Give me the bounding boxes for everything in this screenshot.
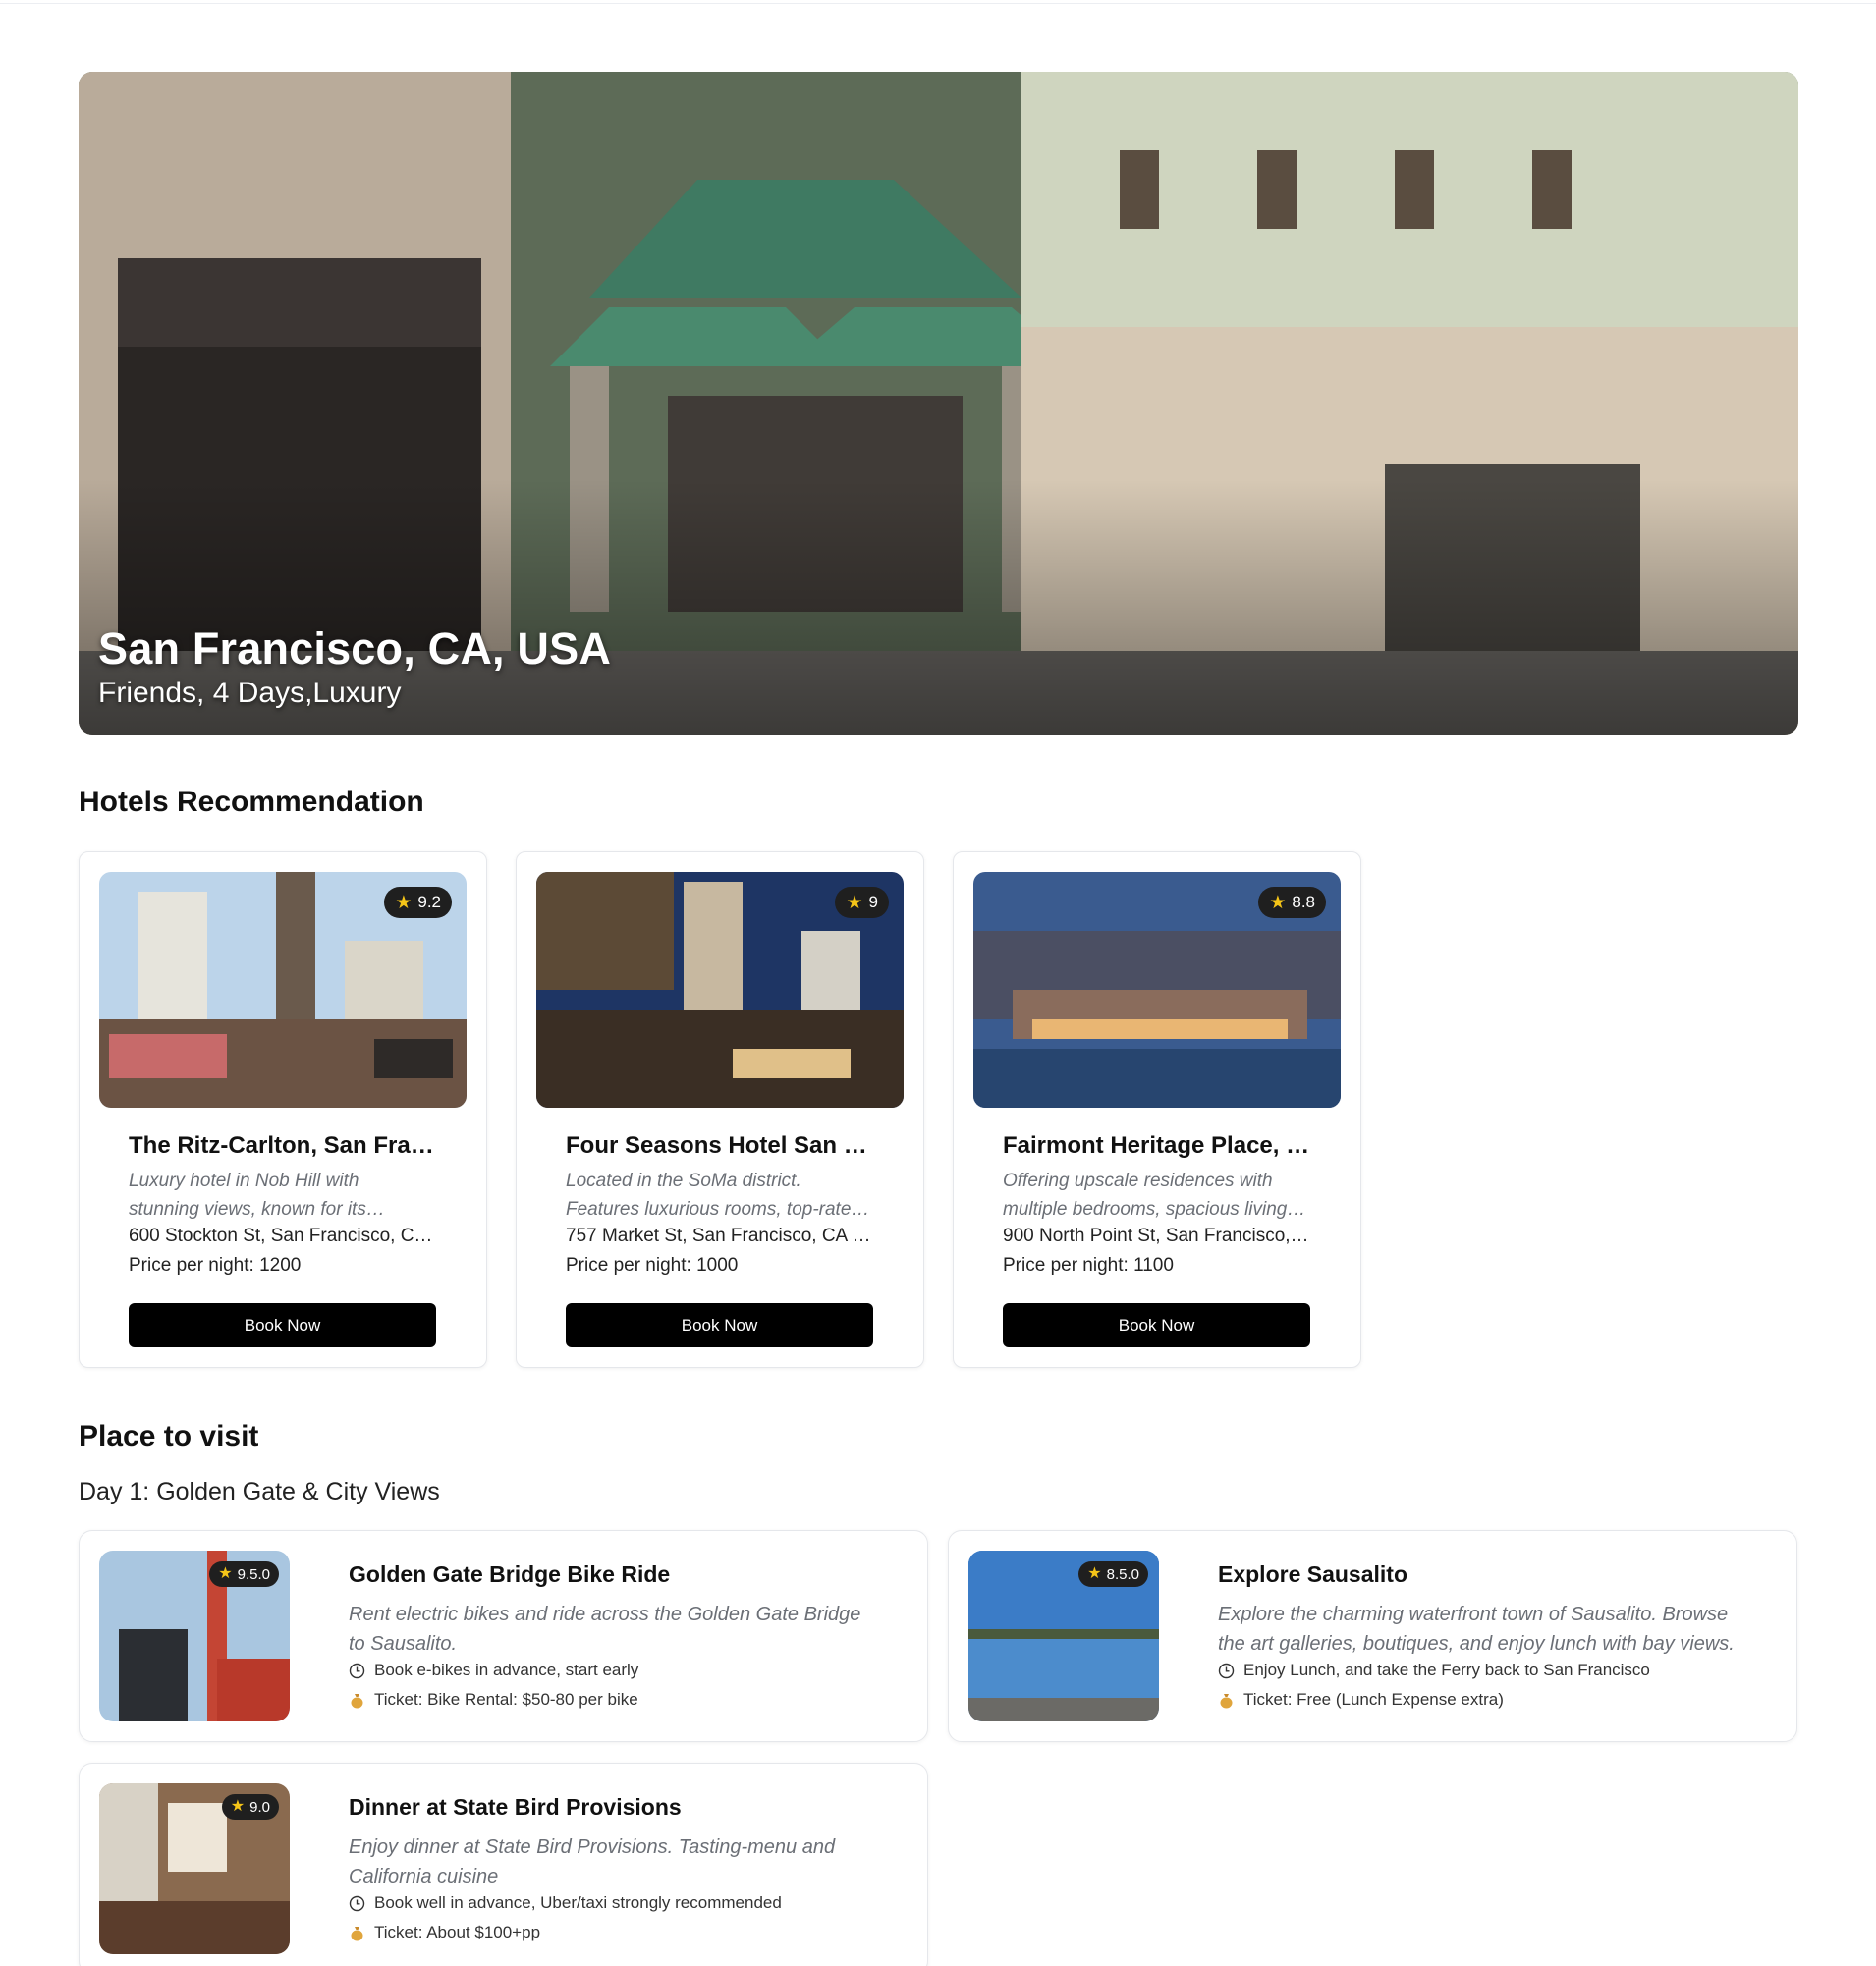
hotel-description: Offering upscale residences with multipl…: [1003, 1171, 1288, 1220]
hotel-image: ★ 9.2: [99, 872, 467, 1108]
hotel-name: Fairmont Heritage Place, Ghirardelli Squ…: [1003, 1132, 1317, 1159]
star-icon: ★: [846, 892, 863, 913]
book-now-button[interactable]: Book Now: [1003, 1303, 1310, 1347]
hotel-card[interactable]: ★ 8.8 Fairmont Heritage Place, Ghirardel…: [953, 851, 1361, 1368]
star-icon: ★: [230, 1798, 246, 1815]
place-description: Enjoy dinner at State Bird Provisions. T…: [349, 1836, 836, 1887]
place-tip: Enjoy Lunch, and take the Ferry back to …: [1218, 1661, 1650, 1680]
place-card[interactable]: ★ 8.5.0 Explore Sausalito Explore the ch…: [948, 1530, 1797, 1742]
hotel-description: Luxury hotel in Nob Hill with stunning v…: [129, 1171, 366, 1220]
place-image: ★ 9.0: [99, 1783, 290, 1954]
rating-badge: ★ 9: [835, 887, 889, 918]
hotel-address: 900 North Point St, San Francisco, CA 94…: [1003, 1226, 1309, 1246]
star-icon: ★: [395, 892, 413, 913]
money-bag-icon: [349, 1925, 365, 1941]
rating-value: 9.2: [417, 893, 441, 911]
place-tip: Book e-bikes in advance, start early: [349, 1661, 638, 1680]
star-icon: ★: [1087, 1565, 1102, 1582]
hotel-address: 600 Stockton St, San Francisco, CA 94108: [129, 1226, 435, 1246]
top-border: [0, 0, 1876, 4]
tip-text: Book well in advance, Uber/taxi strongly…: [374, 1893, 782, 1912]
hotel-price: Price per night: 1000: [566, 1255, 739, 1276]
place-tip: Book well in advance, Uber/taxi strongly…: [349, 1893, 782, 1913]
place-name: Golden Gate Bridge Bike Ride: [349, 1561, 671, 1587]
tip-text: Book e-bikes in advance, start early: [374, 1661, 639, 1679]
star-icon: ★: [1269, 892, 1287, 913]
rating-badge: ★ 9.0: [221, 1794, 279, 1820]
money-bag-icon: [1218, 1692, 1235, 1709]
place-description: Explore the charming waterfront town of …: [1218, 1604, 1735, 1655]
place-image: ★ 8.5.0: [968, 1551, 1159, 1721]
hotel-address: 757 Market St, San Francisco, CA 94103: [566, 1226, 872, 1246]
star-icon: ★: [218, 1565, 233, 1582]
tip-text: Enjoy Lunch, and take the Ferry back to …: [1243, 1661, 1650, 1679]
rating-value: 8.8: [1292, 893, 1315, 911]
place-ticket: Ticket: Bike Rental: $50-80 per bike: [349, 1690, 638, 1710]
clock-icon: [1218, 1663, 1235, 1679]
rating-badge: ★ 9.2: [384, 887, 452, 918]
rating-badge: ★ 8.8: [1258, 887, 1326, 918]
place-name: Explore Sausalito: [1218, 1561, 1408, 1587]
hotel-image: ★ 9: [536, 872, 904, 1108]
hotel-price: Price per night: 1200: [129, 1255, 302, 1276]
place-image: ★ 9.5.0: [99, 1551, 290, 1721]
place-ticket: Ticket: About $100+pp: [349, 1923, 540, 1942]
book-now-button[interactable]: Book Now: [566, 1303, 873, 1347]
hotel-price: Price per night: 1100: [1003, 1255, 1174, 1276]
hotel-name: The Ritz-Carlton, San Francisco: [129, 1132, 443, 1159]
rating-value: 9.0: [249, 1798, 270, 1816]
place-ticket: Ticket: Free (Lunch Expense extra): [1218, 1690, 1504, 1710]
clock-icon: [349, 1663, 365, 1679]
place-description: Rent electric bikes and ride across the …: [349, 1604, 861, 1655]
hotel-description: Located in the SoMa district. Features l…: [566, 1171, 861, 1220]
book-now-button[interactable]: Book Now: [129, 1303, 436, 1347]
place-card[interactable]: ★ 9.5.0 Golden Gate Bridge Bike Ride Ren…: [79, 1530, 928, 1742]
rating-value: 9.5.0: [237, 1565, 270, 1583]
hotel-card[interactable]: ★ 9.2 The Ritz-Carlton, San Francisco Lu…: [79, 851, 487, 1368]
rating-badge: ★ 8.5.0: [1078, 1561, 1148, 1587]
clock-icon: [349, 1895, 365, 1912]
day-title: Day 1: Golden Gate & City Views: [79, 1478, 440, 1505]
hero-banner: San Francisco, CA, USA Friends, 4 Days,L…: [79, 72, 1798, 735]
rating-value: 8.5.0: [1106, 1565, 1139, 1583]
place-name: Dinner at State Bird Provisions: [349, 1794, 682, 1820]
money-bag-icon: [349, 1692, 365, 1709]
place-card[interactable]: ★ 9.0 Dinner at State Bird Provisions En…: [79, 1763, 928, 1966]
ticket-text: Ticket: About $100+pp: [374, 1923, 541, 1941]
rating-value: 9: [868, 893, 878, 911]
hotel-image: ★ 8.8: [973, 872, 1341, 1108]
hotel-card[interactable]: ★ 9 Four Seasons Hotel San Francisco Loc…: [516, 851, 924, 1368]
ticket-text: Ticket: Bike Rental: $50-80 per bike: [374, 1690, 638, 1709]
trip-summary: Friends, 4 Days,Luxury: [98, 677, 402, 709]
destination-title: San Francisco, CA, USA: [98, 624, 612, 674]
hotels-section-title: Hotels Recommendation: [79, 786, 424, 818]
places-section-title: Place to visit: [79, 1420, 259, 1452]
ticket-text: Ticket: Free (Lunch Expense extra): [1243, 1690, 1504, 1709]
rating-badge: ★ 9.5.0: [209, 1561, 279, 1587]
hotel-name: Four Seasons Hotel San Francisco: [566, 1132, 880, 1159]
